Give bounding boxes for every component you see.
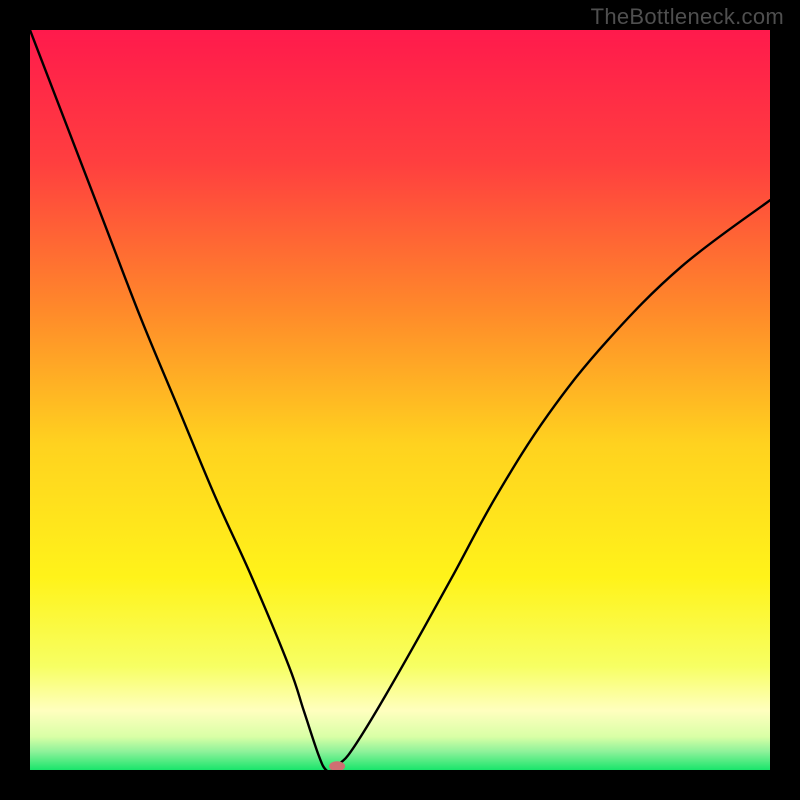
chart-frame: TheBottleneck.com <box>0 0 800 800</box>
watermark-text: TheBottleneck.com <box>591 4 784 30</box>
plot-svg <box>30 30 770 770</box>
plot-area <box>30 30 770 770</box>
heatmap-background <box>30 30 770 770</box>
